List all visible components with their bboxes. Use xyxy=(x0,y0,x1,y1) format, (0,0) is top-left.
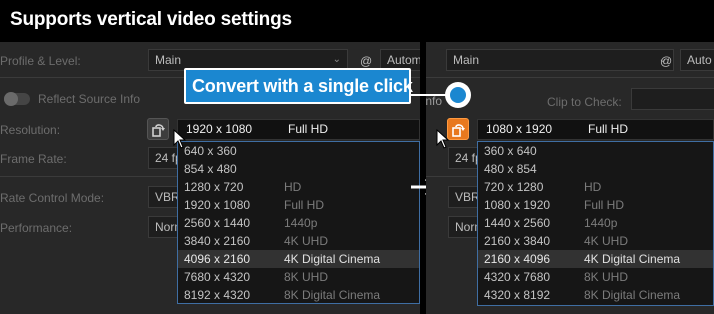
headline-title: Supports vertical video settings xyxy=(10,9,292,30)
resolution-select[interactable]: 1080 x 1920 Full HD xyxy=(477,119,714,140)
resolution-option[interactable]: 8192 x 4320 8K Digital Cinema xyxy=(178,286,419,304)
frame-rate-label: Frame Rate: xyxy=(0,152,67,166)
resolution-option[interactable]: 4320 x 8192 8K Digital Cinema xyxy=(478,286,713,304)
resolution-option-value: 1080 x 1920 xyxy=(484,198,551,212)
resolution-option[interactable]: 1280 x 720 HD xyxy=(178,178,419,196)
rotate-orientation-icon xyxy=(152,124,165,137)
resolution-option-value: 360 x 640 xyxy=(484,144,537,158)
resolution-option[interactable]: 2160 x 3840 4K UHD xyxy=(478,232,713,250)
resolution-option-value: 1440 x 2560 xyxy=(484,216,551,230)
resolution-option-value: 2160 x 3840 xyxy=(484,234,551,248)
resolution-option-name: Full HD xyxy=(284,198,325,212)
resolution-option-name: 8K Digital Cinema xyxy=(584,288,681,302)
resolution-option[interactable]: 480 x 854 xyxy=(478,160,713,178)
resolution-value: 1920 x 1080 xyxy=(186,122,253,136)
resolution-option-value: 4320 x 7680 xyxy=(484,270,551,284)
resolution-label: Resolution: xyxy=(0,123,61,137)
headline-bar: Supports vertical video settings xyxy=(0,0,714,42)
level-select-value: Autom xyxy=(387,53,420,67)
resolution-dropdown-list: 360 x 640 480 x 854 720 x 1280 HD 1080 x 192… xyxy=(477,141,714,306)
info-label-fragment: Info xyxy=(426,94,443,108)
rate-control-label: Rate Control Mode: xyxy=(0,191,105,205)
profile-level-label: Profile & Level: xyxy=(0,54,81,68)
resolution-option-name: 1440p xyxy=(284,216,318,230)
resolution-option-name: Full HD xyxy=(584,198,625,212)
resolution-option-value: 2560 x 1440 xyxy=(184,216,251,230)
resolution-option-name: HD xyxy=(284,180,302,194)
profile-select-value: Main xyxy=(453,53,480,67)
resolution-option[interactable]: 3840 x 2160 4K UHD xyxy=(178,232,419,250)
level-select-value: Auto xyxy=(687,53,712,67)
resolution-option[interactable]: 2160 x 4096 4K Digital Cinema xyxy=(478,250,713,268)
resolution-name: Full HD xyxy=(288,122,329,136)
resolution-option-name: 4K Digital Cinema xyxy=(584,252,681,266)
resolution-option-name: 1440p xyxy=(584,216,618,230)
resolution-option-value: 4096 x 2160 xyxy=(184,252,251,266)
resolution-option[interactable]: 2560 x 1440 1440p xyxy=(178,214,419,232)
resolution-option[interactable]: 854 x 480 xyxy=(178,160,419,178)
resolution-option[interactable]: 640 x 360 xyxy=(178,142,419,160)
rate-control-value: VBR xyxy=(455,190,480,204)
resolution-option-value: 854 x 480 xyxy=(184,162,237,176)
resolution-option[interactable]: 720 x 1280 HD xyxy=(478,178,713,196)
resolution-option-value: 3840 x 2160 xyxy=(184,234,251,248)
mouse-pointer-icon xyxy=(173,129,187,149)
resolution-option-value: 1920 x 1080 xyxy=(184,198,251,212)
mouse-pointer-icon xyxy=(436,129,450,149)
resolution-option-name: 4K UHD xyxy=(284,234,329,248)
resolution-option-value: 8192 x 4320 xyxy=(184,288,251,302)
resolution-option-value: 480 x 854 xyxy=(484,162,537,176)
reflect-source-toggle[interactable] xyxy=(4,92,30,106)
clip-to-check-label: Clip to Check: xyxy=(547,95,622,109)
profile-select[interactable]: Main ⌄ xyxy=(446,49,674,71)
resolution-option-name: 8K UHD xyxy=(284,270,329,284)
resolution-option-value: 4320 x 8192 xyxy=(484,288,551,302)
resolution-option[interactable]: 7680 x 4320 8K UHD xyxy=(178,268,419,286)
resolution-value: 1080 x 1920 xyxy=(486,122,553,136)
resolution-option-name: 8K Digital Cinema xyxy=(284,288,381,302)
resolution-option[interactable]: 4096 x 2160 4K Digital Cinema xyxy=(178,250,419,268)
resolution-option[interactable]: 1440 x 2560 1440p xyxy=(478,214,713,232)
chevron-down-icon: ⌄ xyxy=(332,54,341,65)
profile-select-value: Main xyxy=(155,53,182,67)
divider xyxy=(426,77,714,78)
resolution-option-name: 8K UHD xyxy=(584,270,629,284)
performance-label: Performance: xyxy=(0,221,73,235)
resolution-option-name: 4K UHD xyxy=(584,234,629,248)
level-at-sign: @ xyxy=(660,54,673,68)
reflect-source-label: Reflect Source Info xyxy=(38,92,141,106)
resolution-option-name: HD xyxy=(584,180,602,194)
level-select[interactable]: Auto xyxy=(680,49,714,71)
resolution-option-value: 7680 x 4320 xyxy=(184,270,251,284)
resolution-option-value: 1280 x 720 xyxy=(184,180,244,194)
resolution-option-name: 4K Digital Cinema xyxy=(284,252,381,266)
resolution-name: Full HD xyxy=(588,122,629,136)
resolution-dropdown-list: 640 x 360 854 x 480 1280 x 720 HD 1920 x 108… xyxy=(177,141,420,304)
rotate-orientation-icon xyxy=(452,124,465,137)
resolution-option[interactable]: 1920 x 1080 Full HD xyxy=(178,196,419,214)
resolution-option-value: 720 x 1280 xyxy=(484,180,544,194)
resolution-option[interactable]: 360 x 640 xyxy=(478,142,713,160)
rotate-orientation-button[interactable] xyxy=(147,118,169,140)
resolution-select[interactable]: 1920 x 1080 Full HD xyxy=(177,119,420,140)
resolution-option-value: 2160 x 4096 xyxy=(484,252,551,266)
resolution-option-value: 640 x 360 xyxy=(184,144,237,158)
rate-control-value: VBR xyxy=(155,190,180,204)
callout-text: Convert with a single click xyxy=(192,76,413,96)
level-at-sign: @ xyxy=(360,54,373,68)
settings-panel-after: Main ⌄ @ Auto Info Clip to Check: 1080 x… xyxy=(426,42,714,314)
resolution-option[interactable]: 1080 x 1920 Full HD xyxy=(478,196,713,214)
clip-to-check-field[interactable] xyxy=(631,88,714,110)
callout-dot-marker xyxy=(445,82,471,108)
callout-box: Convert with a single click xyxy=(184,68,413,104)
rotate-orientation-button-active[interactable] xyxy=(447,118,469,140)
resolution-option[interactable]: 4320 x 7680 8K UHD xyxy=(478,268,713,286)
